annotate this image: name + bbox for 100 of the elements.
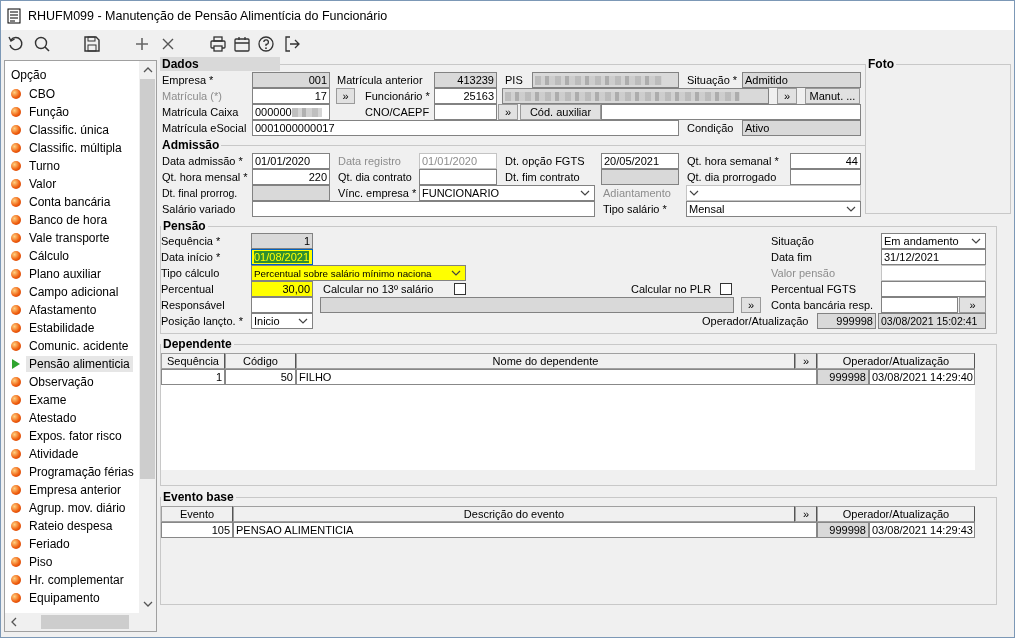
input-field[interactable]: 0001000000017 bbox=[252, 120, 679, 136]
list-item[interactable]: Turno bbox=[26, 158, 63, 174]
list-item[interactable]: Valor bbox=[26, 176, 60, 192]
input-field[interactable] bbox=[434, 104, 497, 120]
list-item[interactable]: Programação férias bbox=[26, 464, 137, 480]
input-field[interactable]: 30,00 bbox=[251, 281, 313, 297]
lookup-button[interactable]: » bbox=[741, 297, 761, 313]
input-field[interactable] bbox=[252, 185, 330, 201]
input-field[interactable]: 999998 bbox=[817, 313, 876, 329]
scrollbar[interactable] bbox=[139, 61, 156, 613]
list-item[interactable]: Classific. múltipla bbox=[26, 140, 125, 156]
lookup-button[interactable]: » bbox=[959, 297, 986, 313]
field-label: Qt. hora semanal * bbox=[687, 155, 780, 167]
field-label: Calcular no PLR bbox=[631, 283, 713, 295]
list-item[interactable]: CBO bbox=[26, 86, 58, 102]
field-label: CNO/CAEPF bbox=[365, 106, 431, 118]
column-header: Operador/Atualização bbox=[817, 506, 975, 522]
checkbox[interactable] bbox=[454, 283, 466, 295]
save-icon[interactable] bbox=[83, 34, 101, 53]
input-field[interactable] bbox=[419, 169, 497, 185]
list-item[interactable]: Hr. complementar bbox=[26, 572, 127, 588]
column-header: Nome do dependente bbox=[296, 353, 795, 369]
input-field[interactable]: 31/12/2021 bbox=[881, 249, 986, 265]
input-field[interactable]: 000000 bbox=[252, 104, 330, 120]
input-field[interactable]: 17 bbox=[252, 88, 330, 104]
input-field[interactable]: Ativo bbox=[742, 120, 861, 136]
exit-icon[interactable] bbox=[283, 34, 301, 53]
list-item[interactable]: Função bbox=[26, 104, 73, 120]
lookup-button[interactable]: » bbox=[795, 506, 817, 522]
action-button[interactable]: Manut. ... bbox=[805, 88, 860, 104]
input-field[interactable] bbox=[790, 169, 861, 185]
input-field[interactable]: 44 bbox=[790, 153, 861, 169]
dropdown[interactable]: Percentual sobre salário mínimo naciona bbox=[251, 265, 466, 281]
lookup-button[interactable]: » bbox=[336, 88, 355, 104]
calendar-icon[interactable] bbox=[233, 34, 251, 53]
input-field[interactable]: 03/08/2021 15:02:41 bbox=[878, 313, 986, 329]
print-icon[interactable] bbox=[209, 34, 227, 53]
input-field[interactable] bbox=[502, 88, 769, 104]
input-field[interactable]: 20/05/2021 bbox=[601, 153, 679, 169]
list-item[interactable]: Vale transporte bbox=[26, 230, 113, 246]
input-field[interactable] bbox=[251, 297, 313, 313]
list-item[interactable]: Exame bbox=[26, 392, 70, 408]
list-item[interactable]: Atividade bbox=[26, 446, 82, 462]
dropdown[interactable]: FUNCIONARIO bbox=[419, 185, 595, 201]
horizontal-scrollbar[interactable] bbox=[5, 613, 156, 631]
list-item[interactable]: Rateio despesa bbox=[26, 518, 116, 534]
column-header: Descrição do evento bbox=[233, 506, 795, 522]
list-item[interactable]: Pensão alimenticia bbox=[26, 356, 133, 372]
field-label: Sequência * bbox=[161, 235, 222, 247]
input-field[interactable] bbox=[601, 169, 679, 185]
input-field[interactable]: 1 bbox=[251, 233, 313, 249]
input-field[interactable]: 01/08/2021 bbox=[251, 249, 313, 265]
lookup-button[interactable]: » bbox=[498, 104, 518, 120]
field-label: Data admissão * bbox=[162, 155, 244, 167]
list-item[interactable]: Equipamento bbox=[26, 590, 103, 606]
input-field[interactable] bbox=[601, 104, 861, 120]
list-item[interactable]: Expos. fator risco bbox=[26, 428, 125, 444]
list-item[interactable]: Agrup. mov. diário bbox=[26, 500, 129, 516]
section-title: Evento base bbox=[162, 490, 235, 504]
list-item[interactable]: Comunic. acidente bbox=[26, 338, 132, 354]
help-icon[interactable] bbox=[257, 34, 275, 53]
dropdown[interactable]: Inicio bbox=[251, 313, 313, 329]
input-field[interactable] bbox=[881, 297, 958, 313]
lookup-button[interactable]: » bbox=[795, 353, 817, 369]
list-item[interactable]: Plano auxiliar bbox=[26, 266, 105, 282]
list-item[interactable]: Classific. única bbox=[26, 122, 113, 138]
input-field[interactable] bbox=[532, 72, 679, 88]
dropdown[interactable]: Mensal bbox=[686, 201, 861, 217]
list-item[interactable]: Estabilidade bbox=[26, 320, 98, 336]
list-item[interactable]: Banco de hora bbox=[26, 212, 111, 228]
table-cell: 1 bbox=[161, 369, 225, 385]
field-label: Situação * bbox=[687, 74, 739, 86]
list-item[interactable]: Afastamento bbox=[26, 302, 100, 318]
input-field[interactable]: 001 bbox=[252, 72, 330, 88]
list-item[interactable]: Empresa anterior bbox=[26, 482, 125, 498]
field-label: Percentual FGTS bbox=[771, 283, 857, 295]
checkbox[interactable] bbox=[720, 283, 732, 295]
field-label: Operador/Atualização bbox=[702, 315, 810, 327]
list-item[interactable]: Campo adicional bbox=[26, 284, 122, 300]
input-field[interactable]: 25163 bbox=[434, 88, 497, 104]
dropdown[interactable]: Em andamento bbox=[881, 233, 986, 249]
lookup-button[interactable]: » bbox=[777, 88, 797, 104]
list-item[interactable]: Atestado bbox=[26, 410, 80, 426]
input-field[interactable]: Admitido bbox=[742, 72, 861, 88]
input-field[interactable] bbox=[881, 281, 986, 297]
undo-icon[interactable] bbox=[7, 34, 25, 53]
field-label: Valor pensão bbox=[771, 267, 836, 279]
list-item[interactable]: Conta bancária bbox=[26, 194, 114, 210]
input-field[interactable] bbox=[252, 201, 595, 217]
input-field[interactable]: 01/01/2020 bbox=[252, 153, 330, 169]
input-field[interactable]: 413239 bbox=[434, 72, 497, 88]
action-button[interactable]: Cód. auxiliar bbox=[520, 104, 601, 120]
list-item[interactable]: Observação bbox=[26, 374, 97, 390]
input-field[interactable] bbox=[320, 297, 734, 313]
search-icon[interactable] bbox=[33, 34, 51, 53]
list-item[interactable]: Cálculo bbox=[26, 248, 73, 264]
column-header: Código bbox=[225, 353, 296, 369]
list-item[interactable]: Piso bbox=[26, 554, 56, 570]
input-field[interactable]: 220 bbox=[252, 169, 330, 185]
list-item[interactable]: Feriado bbox=[26, 536, 73, 552]
